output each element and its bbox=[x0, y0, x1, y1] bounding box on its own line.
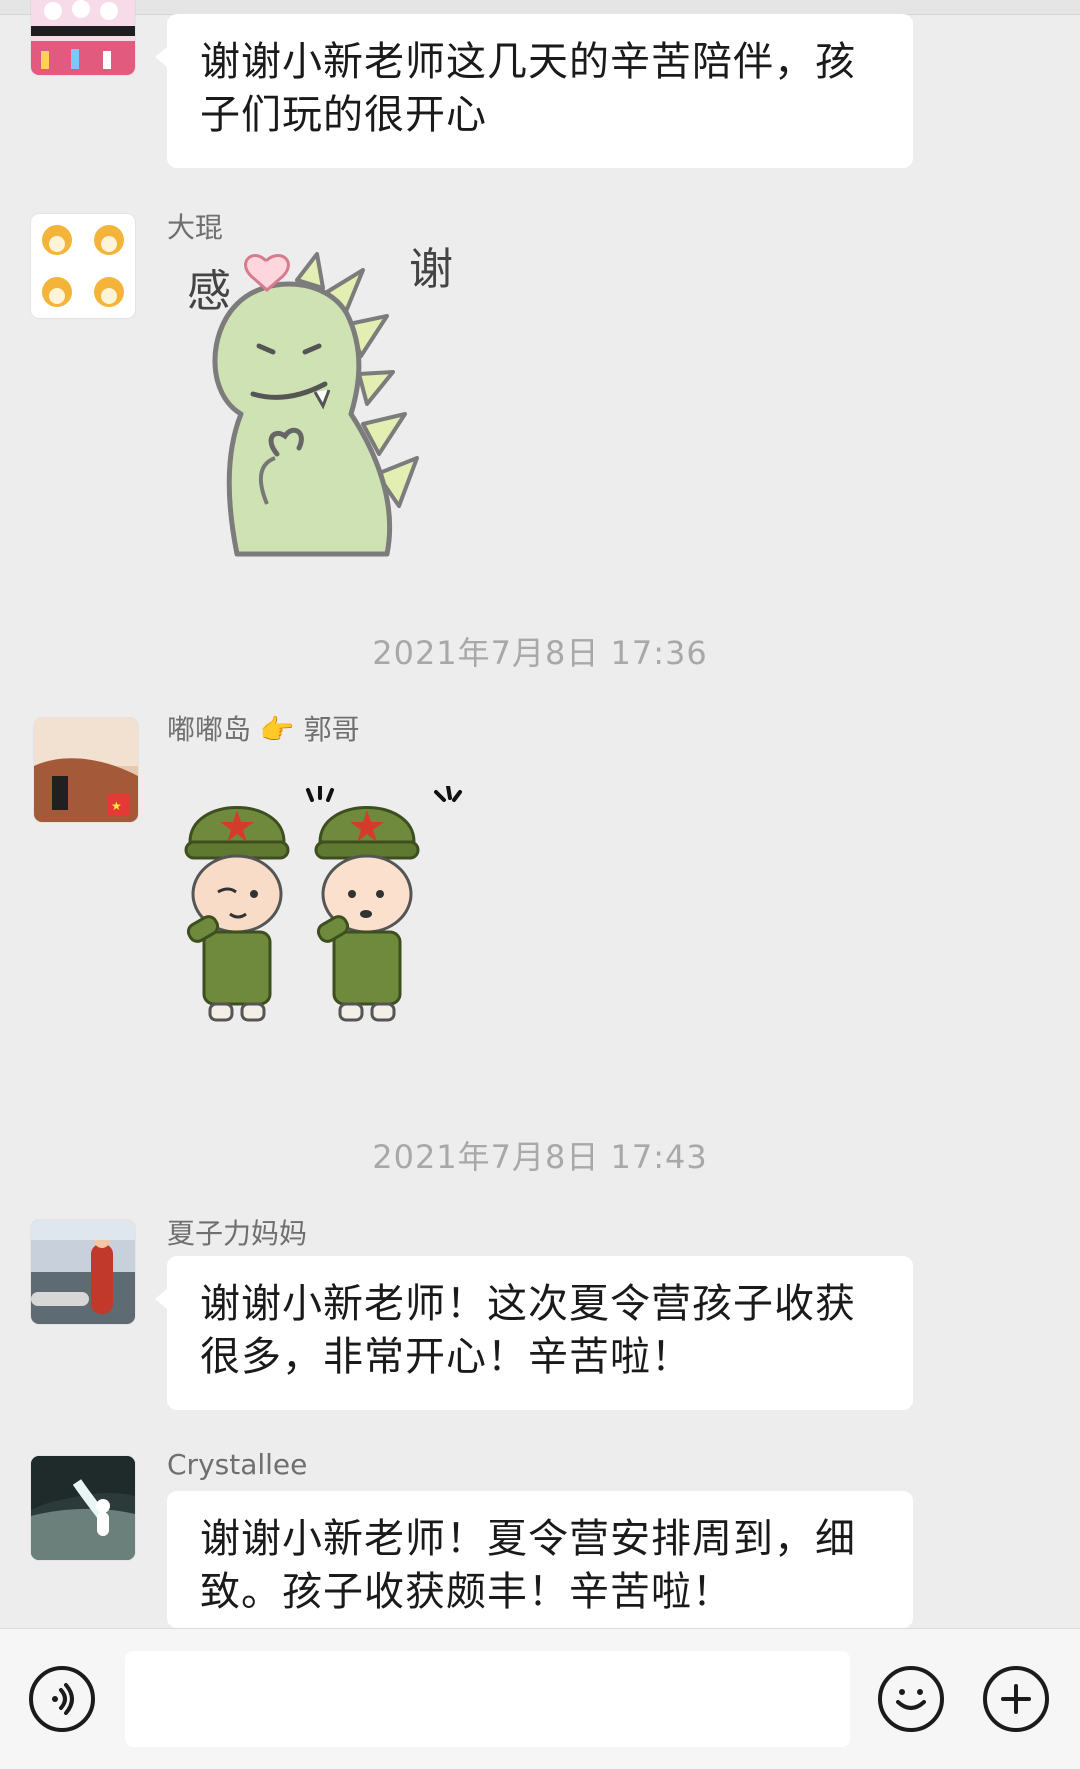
avatar-image bbox=[31, 214, 135, 318]
message-bubble[interactable]: 谢谢小新老师！夏令营安排周到，细致。孩子收获颇丰！辛苦啦！ bbox=[167, 1491, 913, 1628]
dinosaur-thanks-sticker[interactable]: 感 谢 bbox=[167, 244, 497, 564]
emoji-icon bbox=[896, 1689, 926, 1710]
avatar-image bbox=[31, 1456, 135, 1560]
plus-button[interactable] bbox=[983, 1666, 1049, 1732]
top-status-line bbox=[0, 0, 1080, 15]
avatar[interactable]: ★ bbox=[34, 718, 138, 822]
sender-name: 嘟嘟岛 👉 郭哥 bbox=[167, 713, 360, 746]
message-bubble[interactable]: 谢谢小新老师这几天的辛苦陪伴，孩子们玩的很开心 bbox=[155, 14, 913, 168]
timestamp: 2021年7月8日 17:36 bbox=[372, 634, 708, 672]
timestamp: 2021年7月8日 17:43 bbox=[372, 1138, 708, 1176]
soldier-icon bbox=[184, 784, 462, 1022]
avatar[interactable] bbox=[31, 1456, 135, 1560]
plus-icon bbox=[1001, 1684, 1031, 1714]
avatar[interactable] bbox=[31, 1220, 135, 1324]
avatar-image: ★ bbox=[34, 718, 138, 822]
emoji-button[interactable] bbox=[878, 1666, 944, 1732]
message-input[interactable] bbox=[125, 1651, 850, 1747]
avatar-image bbox=[31, 0, 135, 75]
dinosaur-icon: 感 谢 bbox=[187, 244, 453, 557]
sender-name: 夏子力妈妈 bbox=[167, 1217, 308, 1250]
sender-name: Crystallee bbox=[167, 1448, 308, 1481]
svg-text:★: ★ bbox=[111, 799, 122, 813]
voice-button[interactable] bbox=[29, 1666, 95, 1732]
voice-icon bbox=[52, 1683, 74, 1715]
avatar[interactable] bbox=[31, 214, 135, 318]
sticker-caption-1: 感 bbox=[187, 266, 231, 317]
soldier-salute-sticker[interactable] bbox=[180, 784, 480, 1032]
message-text: 谢谢小新老师！这次夏令营孩子收获很多，非常开心！辛苦啦！ bbox=[200, 1281, 856, 1380]
sticker-caption-2: 谢 bbox=[409, 244, 453, 295]
message-text: 谢谢小新老师这几天的辛苦陪伴，孩子们玩的很开心 bbox=[200, 39, 856, 138]
message-bubble[interactable]: 谢谢小新老师！这次夏令营孩子收获很多，非常开心！辛苦啦！ bbox=[155, 1256, 913, 1410]
sender-name: 大琨 bbox=[167, 211, 224, 244]
avatar[interactable] bbox=[31, 0, 135, 75]
message-text: 谢谢小新老师！夏令营安排周到，细致。孩子收获颇丰！辛苦啦！ bbox=[200, 1516, 856, 1615]
avatar-image bbox=[31, 1220, 135, 1324]
chat-input-bar bbox=[0, 1628, 1080, 1769]
